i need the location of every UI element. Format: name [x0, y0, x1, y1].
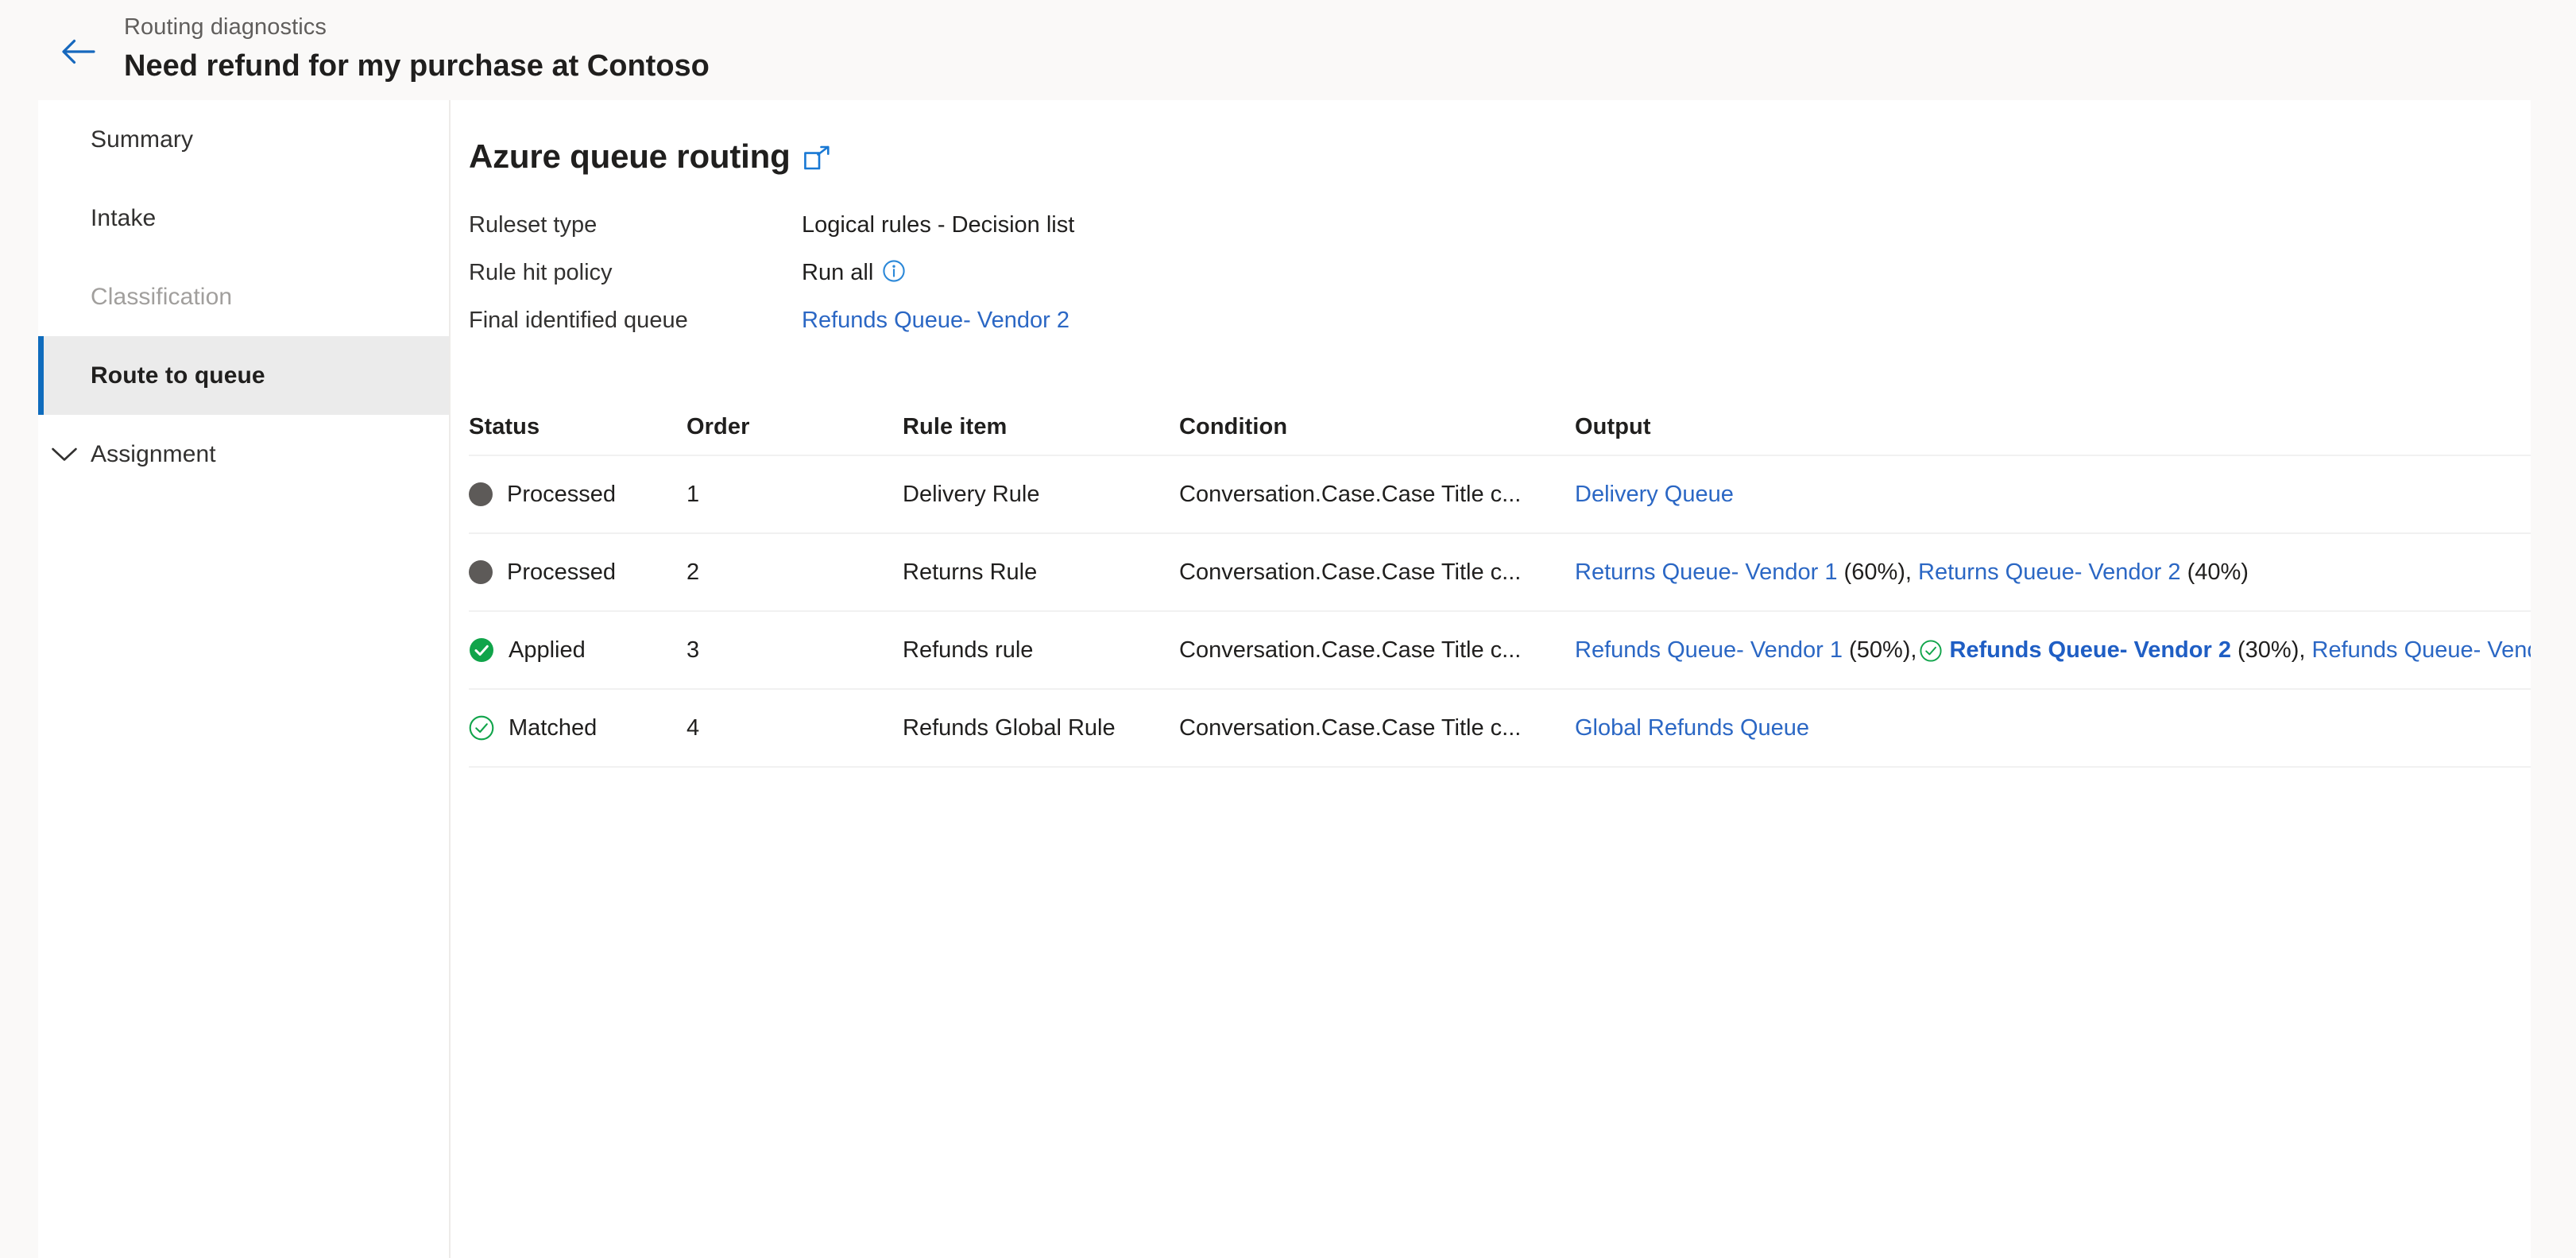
- cell-status: Processed: [469, 482, 687, 508]
- queue-weight: (50%): [1849, 637, 1911, 663]
- ruleset-metadata: Ruleset type Logical rules - Decision li…: [469, 209, 2531, 352]
- cell-rule-item: Returns Rule: [903, 559, 1038, 585]
- chevron-down-icon: [38, 447, 91, 463]
- metadata-value: Run all: [802, 257, 906, 288]
- cell-order: 1: [687, 481, 700, 507]
- cell-status: Processed: [469, 559, 687, 586]
- routing-diagnostics-page: Routing diagnostics Need refund for my p…: [0, 0, 2576, 1258]
- page-header: Routing diagnostics Need refund for my p…: [0, 0, 2576, 100]
- table-row[interactable]: Applied 3 Refunds rule Conversation.Case…: [469, 612, 2531, 690]
- table-row[interactable]: Processed 2 Returns Rule Conversation.Ca…: [469, 534, 2531, 612]
- column-header-order[interactable]: Order: [687, 414, 903, 440]
- sidebar-item-assignment[interactable]: Assignment: [38, 415, 449, 494]
- column-header-condition[interactable]: Condition: [1179, 414, 1575, 440]
- cell-status: Applied: [469, 637, 687, 664]
- back-button[interactable]: [57, 30, 100, 73]
- queue-weight: (60%): [1843, 559, 1905, 585]
- sidebar-item-summary[interactable]: Summary: [38, 100, 449, 179]
- sidebar-item-label: Summary: [91, 126, 194, 153]
- queue-link[interactable]: Refunds Queue- Vendor 1: [1575, 637, 1843, 664]
- sidebar-item-classification[interactable]: Classification: [38, 257, 449, 336]
- column-header-rule-item[interactable]: Rule item: [903, 414, 1179, 440]
- status-badge: Processed: [507, 559, 617, 585]
- queue-weight: (30%): [2238, 637, 2299, 663]
- cell-status: Matched: [469, 715, 687, 741]
- queue-link-selected[interactable]: Refunds Queue- Vendor 2: [1949, 637, 2231, 664]
- column-header-output[interactable]: Output: [1575, 414, 2531, 440]
- info-icon[interactable]: [882, 259, 906, 283]
- queue-link[interactable]: Refunds Queue- Vendor 3: [2312, 637, 2532, 664]
- title-block: Routing diagnostics Need refund for my p…: [124, 11, 710, 86]
- cell-condition: Conversation.Case.Case Title c...: [1179, 559, 1522, 585]
- diagnostics-sidebar: Summary Intake Classification Route to q…: [38, 100, 451, 1258]
- metadata-label: Final identified queue: [469, 308, 688, 333]
- sidebar-item-route-to-queue[interactable]: Route to queue: [38, 336, 449, 415]
- queue-link[interactable]: Returns Queue- Vendor 2: [1918, 559, 2180, 586]
- sidebar-item-label: Classification: [91, 283, 233, 310]
- metadata-value-text: Run all: [802, 260, 874, 285]
- table-row[interactable]: Processed 1 Delivery Rule Conversation.C…: [469, 456, 2531, 534]
- queue-link[interactable]: Global Refunds Queue: [1575, 715, 1809, 741]
- cell-order: 2: [687, 559, 700, 585]
- cell-rule-item: Refunds rule: [903, 637, 1034, 663]
- status-badge: Matched: [509, 714, 598, 741]
- table-header-row: Status Order Rule item Condition Output: [469, 399, 2531, 456]
- routing-rules-table: Status Order Rule item Condition Output …: [469, 399, 2531, 768]
- section-title: Azure queue routing: [469, 137, 791, 175]
- filled-circle-icon: [469, 482, 493, 506]
- metadata-value-text: Logical rules - Decision list: [802, 212, 1075, 238]
- section-header: Azure queue routing: [469, 136, 2531, 177]
- queue-link[interactable]: Delivery Queue: [1575, 482, 1734, 508]
- cell-rule-item: Refunds Global Rule: [903, 714, 1116, 741]
- cell-rule-item: Delivery Rule: [903, 481, 1040, 507]
- cell-order: 3: [687, 637, 700, 663]
- metadata-row-ruleset-type: Ruleset type Logical rules - Decision li…: [469, 209, 2531, 257]
- status-badge: Applied: [509, 637, 586, 663]
- page-title: Need refund for my purchase at Contoso: [124, 49, 710, 83]
- cell-condition: Conversation.Case.Case Title c...: [1179, 637, 1522, 663]
- metadata-label: Rule hit policy: [469, 260, 613, 285]
- cell-condition: Conversation.Case.Case Title c...: [1179, 714, 1522, 741]
- metadata-row-rule-hit-policy: Rule hit policy Run all: [469, 257, 2531, 304]
- metadata-label: Ruleset type: [469, 212, 598, 238]
- cell-output: Refunds Queue- Vendor 1 (50%) , Refunds …: [1575, 637, 2531, 664]
- sidebar-item-label: Route to queue: [91, 362, 265, 389]
- table-row[interactable]: Matched 4 Refunds Global Rule Conversati…: [469, 690, 2531, 768]
- page-body: Summary Intake Classification Route to q…: [0, 100, 2576, 1258]
- column-header-status[interactable]: Status: [469, 414, 687, 440]
- final-identified-queue-link[interactable]: Refunds Queue- Vendor 2: [802, 304, 1069, 336]
- queue-link[interactable]: Returns Queue- Vendor 1: [1575, 559, 1837, 586]
- metadata-row-final-identified-queue: Final identified queue Refunds Queue- Ve…: [469, 304, 2531, 352]
- breadcrumb: Routing diagnostics: [124, 14, 327, 40]
- cell-output: Returns Queue- Vendor 1 (60%) , Returns …: [1575, 559, 2249, 586]
- check-circle-filled-icon: [469, 637, 494, 663]
- sidebar-item-label: Assignment: [91, 440, 216, 467]
- filled-circle-icon: [469, 560, 493, 584]
- check-circle-outline-icon: [469, 715, 494, 741]
- cell-order: 4: [687, 714, 700, 741]
- right-gutter: [2531, 100, 2576, 1258]
- status-badge: Processed: [507, 481, 617, 507]
- open-in-new-window-icon[interactable]: [803, 142, 830, 171]
- sidebar-item-intake[interactable]: Intake: [38, 179, 449, 257]
- arrow-left-icon: [61, 38, 96, 65]
- cell-condition: Conversation.Case.Case Title c...: [1179, 481, 1522, 507]
- metadata-value: Logical rules - Decision list: [802, 209, 1074, 241]
- cell-output: Delivery Queue: [1575, 482, 2531, 508]
- cell-output: Global Refunds Queue: [1575, 715, 2531, 741]
- check-circle-outline-icon: [1920, 640, 1943, 662]
- sidebar-item-label: Intake: [91, 204, 157, 231]
- route-to-queue-panel: Azure queue routing Ruleset type Logical…: [451, 100, 2531, 1258]
- queue-weight: (40%): [2187, 559, 2249, 585]
